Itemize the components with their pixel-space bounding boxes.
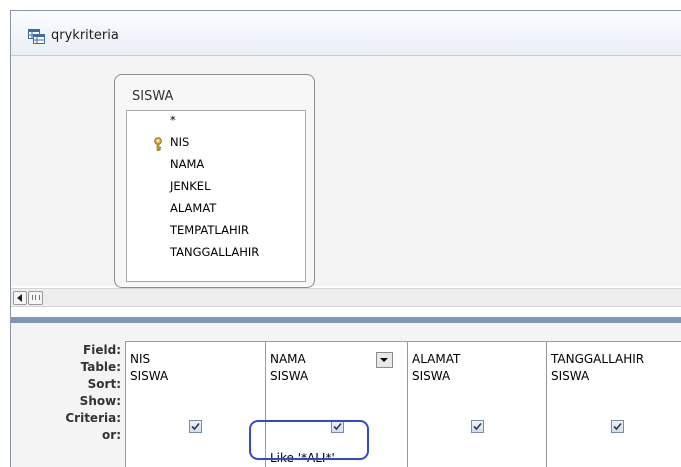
table-cell[interactable]: SISWA [270,369,308,383]
row-label-field: Field: [83,343,121,357]
query-title: qrykriteria [51,28,119,43]
field-list-box[interactable]: * NIS NAMA JENKEL ALAMAT TEMPATLAHIR TAN… [126,110,306,282]
row-label-or: or: [102,428,121,442]
design-grid: Field: Table: Sort: Show: Criteria: or: … [11,323,681,467]
grid-column-tanggallahir[interactable]: TANGGALLAHIR SISWA [546,342,681,467]
show-checkbox[interactable] [471,420,484,433]
primary-key-icon [153,137,163,151]
criteria-highlight-ring [249,420,369,460]
field-item-jenkel[interactable]: JENKEL [170,179,210,193]
field-item-nama[interactable]: NAMA [170,157,204,171]
grid-column-alamat[interactable]: ALAMAT SISWA [407,342,546,467]
field-item-nis[interactable]: NIS [170,135,189,149]
row-label-criteria: Criteria: [65,411,121,425]
query-design-window: qrykriteria SISWA * NIS NAMA JENKEL ALAM… [10,10,681,467]
show-checkbox[interactable] [611,420,624,433]
table-cell[interactable]: SISWA [551,369,589,383]
field-cell[interactable]: NIS [130,352,150,366]
field-item-tempatlahir[interactable]: TEMPATLAHIR [170,223,249,237]
field-item-all[interactable]: * [170,113,176,127]
field-cell[interactable]: TANGGALLAHIR [551,352,644,366]
table-cell[interactable]: SISWA [130,369,168,383]
scroll-left-icon[interactable] [13,291,27,305]
dropdown-arrow-icon[interactable] [376,352,393,368]
table-pane[interactable]: SISWA * NIS NAMA JENKEL ALAMAT TEMPATLAH [11,56,681,288]
query-icon [28,29,45,44]
horizontal-scrollbar[interactable] [11,288,681,307]
field-item-alamat[interactable]: ALAMAT [170,201,216,215]
row-label-table: Table: [80,360,121,374]
scroll-thumb[interactable] [28,291,43,305]
grid-column-nis[interactable]: NIS SISWA [125,342,265,467]
field-cell[interactable]: ALAMAT [412,352,460,366]
row-label-sort: Sort: [87,377,121,391]
query-tab-header[interactable]: qrykriteria [11,11,681,56]
field-item-tanggallahir[interactable]: TANGGALLAHIR [170,245,259,259]
field-cell[interactable]: NAMA [270,352,306,366]
table-cell[interactable]: SISWA [412,369,450,383]
show-checkbox[interactable] [189,420,202,433]
field-list-siswa[interactable]: SISWA * NIS NAMA JENKEL ALAMAT TEMPATLAH [114,74,315,288]
field-list-title: SISWA [132,89,174,104]
row-label-show: Show: [79,394,121,408]
